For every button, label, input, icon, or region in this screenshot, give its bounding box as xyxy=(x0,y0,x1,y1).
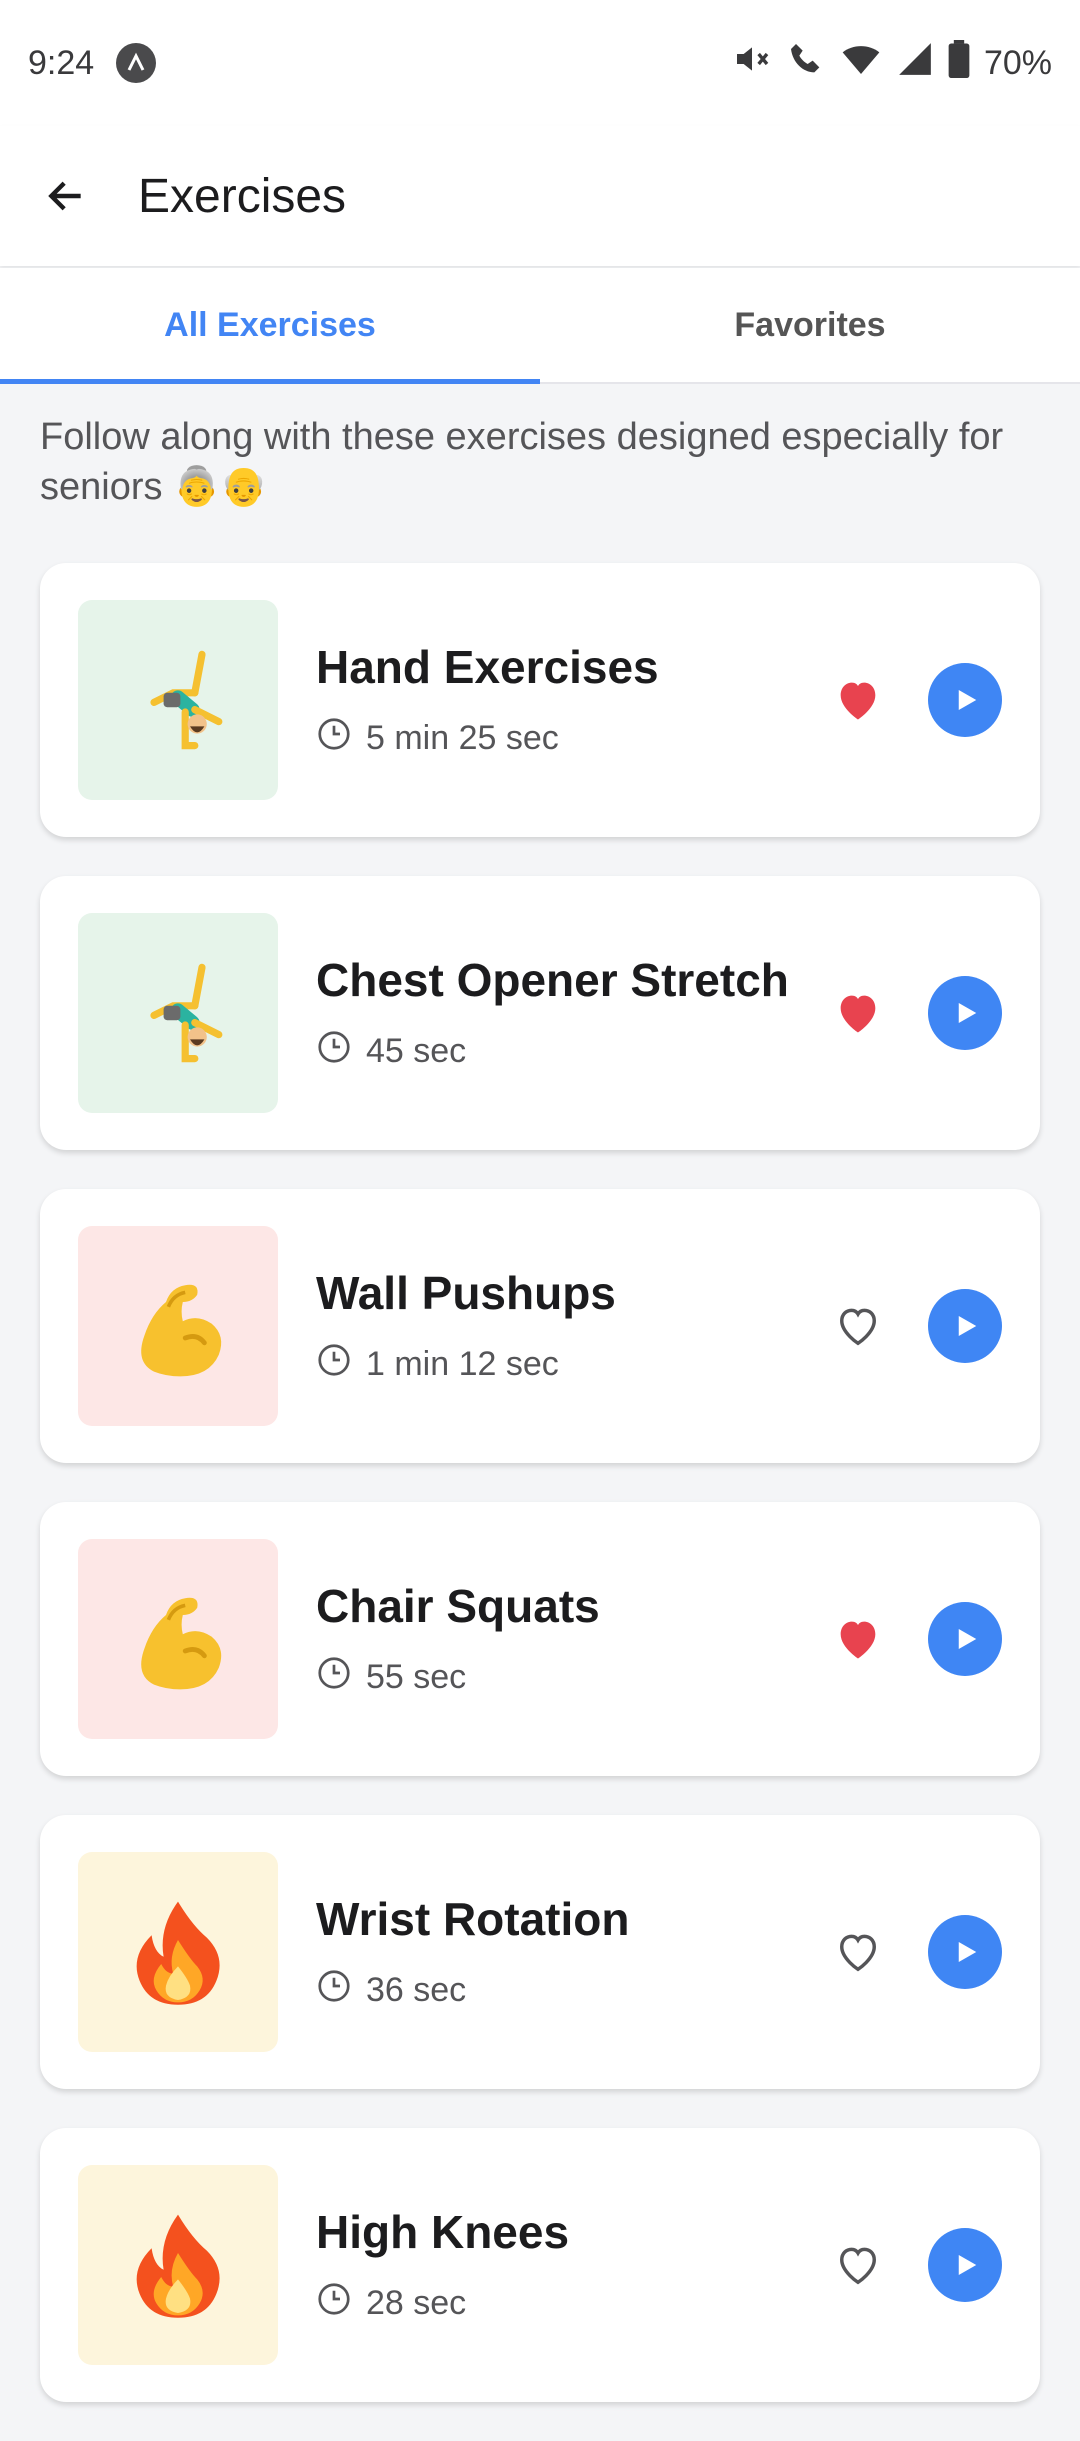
exercise-card[interactable]: Wall Pushups 1 min 12 sec xyxy=(40,1189,1040,1463)
heart-filled-icon[interactable] xyxy=(830,985,886,1041)
fire-icon xyxy=(136,2214,220,2318)
play-button[interactable] xyxy=(928,1602,1002,1676)
status-bar: 9:24 70% xyxy=(0,0,1080,126)
exercise-card[interactable]: High Knees 28 sec xyxy=(40,2128,1040,2402)
exercise-card[interactable]: Hand Exercises 5 min 25 sec xyxy=(40,563,1040,837)
tab-all-exercises[interactable]: All Exercises xyxy=(0,268,540,384)
cartwheel-icon xyxy=(150,650,223,750)
play-icon xyxy=(958,690,977,710)
exercise-title: Chair Squats xyxy=(316,1579,600,1632)
play-icon xyxy=(958,1316,977,1336)
heart-outline-icon[interactable] xyxy=(830,2237,886,2293)
exercise-thumbnail xyxy=(78,1539,278,1739)
clock-icon xyxy=(316,1029,352,1074)
tab-favorites[interactable]: Favorites xyxy=(540,268,1080,382)
play-button[interactable] xyxy=(928,663,1002,737)
status-time: 9:24 xyxy=(28,43,95,82)
exercise-thumbnail xyxy=(78,600,278,800)
exercise-duration-text: 1 min 12 sec xyxy=(366,1344,559,1383)
fire-icon xyxy=(136,1901,220,2005)
exercise-duration: 1 min 12 sec xyxy=(316,1342,830,1387)
exercise-duration-text: 5 min 25 sec xyxy=(366,718,559,757)
exercise-thumbnail xyxy=(78,1226,278,1426)
exercise-card[interactable]: Wrist Rotation 36 sec xyxy=(40,1815,1040,2089)
exercise-thumbnail xyxy=(78,1852,278,2052)
flexed-bicep-icon xyxy=(141,1597,222,1690)
exercise-duration: 36 sec xyxy=(316,1968,830,2013)
call-icon xyxy=(786,39,826,88)
heart-filled-icon[interactable] xyxy=(830,672,886,728)
clock-icon xyxy=(316,1655,352,1700)
exercise-title: Chest Opener Stretch xyxy=(316,953,789,1006)
exercise-duration: 45 sec xyxy=(316,1029,830,1074)
play-button[interactable] xyxy=(928,1289,1002,1363)
exercise-duration-text: 55 sec xyxy=(366,1657,467,1696)
play-icon xyxy=(958,2255,977,2275)
exercise-duration: 5 min 25 sec xyxy=(316,716,830,761)
page-title: Exercises xyxy=(138,169,347,223)
exercise-title: Wrist Rotation xyxy=(316,1892,630,1945)
heart-outline-icon[interactable] xyxy=(830,1298,886,1354)
play-button[interactable] xyxy=(928,1915,1002,1989)
exercise-card[interactable]: Chair Squats 55 sec xyxy=(40,1502,1040,1776)
heart-filled-icon[interactable] xyxy=(830,1611,886,1667)
tab-bar: All Exercises Favorites xyxy=(0,268,1080,384)
mute-icon xyxy=(732,39,772,88)
exercise-list: Hand Exercises 5 min 25 sec Chest Opener… xyxy=(40,563,1040,2441)
exercise-duration-text: 28 sec xyxy=(366,2283,467,2322)
exercise-card[interactable]: Chest Opener Stretch 45 sec xyxy=(40,876,1040,1150)
back-arrow-icon[interactable] xyxy=(38,168,94,224)
heart-outline-icon[interactable] xyxy=(830,1924,886,1980)
clock-icon xyxy=(316,1968,352,2013)
exercise-duration: 55 sec xyxy=(316,1655,830,1700)
clock-icon xyxy=(316,1342,352,1387)
exercise-duration-text: 36 sec xyxy=(366,1970,467,2009)
play-button[interactable] xyxy=(928,976,1002,1050)
exercise-title: High Knees xyxy=(316,2205,570,2258)
exercise-thumbnail xyxy=(78,913,278,1113)
exercise-title: Hand Exercises xyxy=(316,640,659,693)
cartwheel-icon xyxy=(150,963,223,1063)
flexed-bicep-icon xyxy=(141,1284,222,1377)
app-notification-icon xyxy=(116,43,157,83)
signal-icon xyxy=(896,40,934,87)
clock-icon xyxy=(316,2281,352,2326)
play-icon xyxy=(958,1942,977,1962)
wifi-icon xyxy=(840,39,882,88)
exercise-duration: 28 sec xyxy=(316,2281,830,2326)
intro-text: Follow along with these exercises design… xyxy=(40,416,1004,508)
exercise-duration-text: 45 sec xyxy=(366,1031,467,1070)
app-bar: Exercises xyxy=(0,126,1080,266)
battery-icon xyxy=(948,39,970,87)
exercise-thumbnail xyxy=(78,2165,278,2365)
clock-icon xyxy=(316,716,352,761)
exercise-title: Wall Pushups xyxy=(316,1266,616,1319)
battery-percent: 70% xyxy=(983,43,1052,82)
play-icon xyxy=(958,1629,977,1649)
play-button[interactable] xyxy=(928,2228,1002,2302)
play-icon xyxy=(958,1003,977,1023)
